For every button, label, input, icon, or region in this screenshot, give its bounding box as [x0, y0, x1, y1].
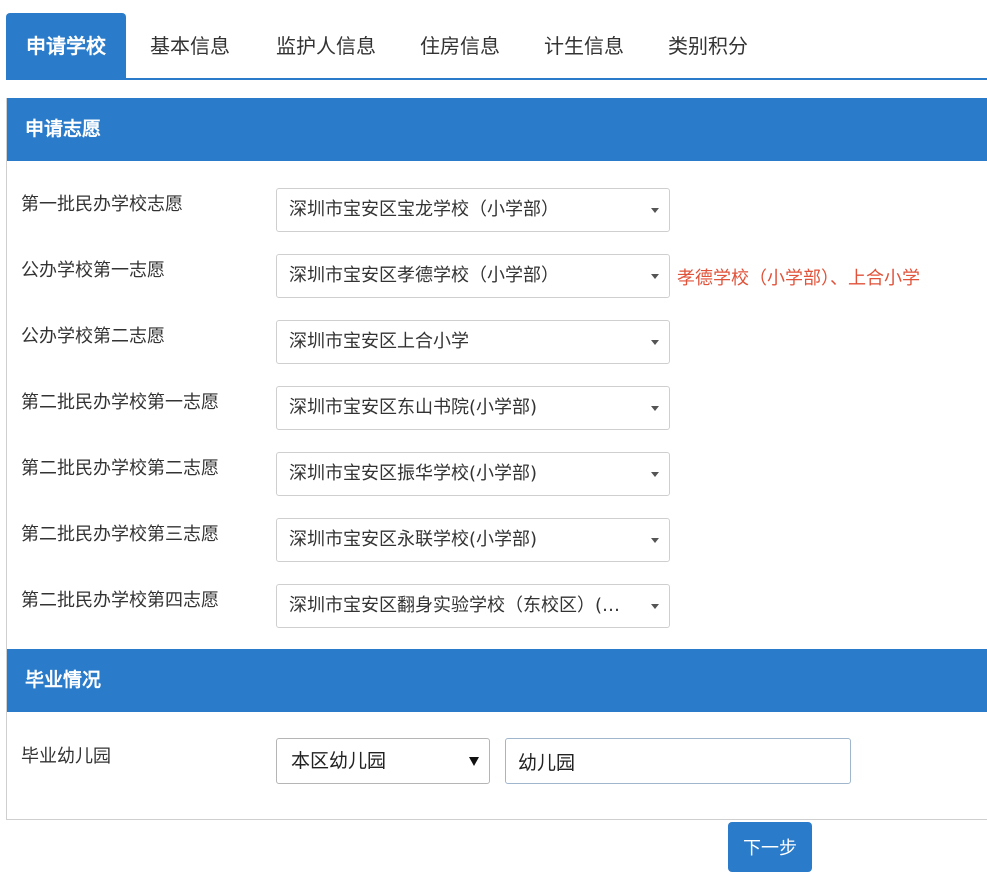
select-value: 深圳市宝安区上合小学 [289, 331, 469, 352]
select-value: 深圳市宝安区永联学校(小学部) [289, 529, 538, 550]
select-public-first-choice[interactable]: 深圳市宝安区孝德学校（小学部） [276, 254, 670, 298]
tab-apply-school[interactable]: 申请学校 [6, 13, 126, 79]
label-private-second-batch-2: 第二批民办学校第二志愿 [21, 458, 219, 479]
label-public-first-choice: 公办学校第一志愿 [21, 260, 165, 281]
select-private-second-batch-1[interactable]: 深圳市宝安区东山书院(小学部) [276, 386, 670, 430]
tab-housing-info[interactable]: 住房信息 [400, 14, 520, 78]
kindergarten-type-select[interactable]: 本区幼儿园 [276, 738, 490, 784]
tab-family-planning-info[interactable]: 计生信息 [524, 14, 644, 78]
label-kindergarten: 毕业幼儿园 [21, 746, 111, 767]
caret-down-icon [651, 538, 659, 543]
caret-down-icon [651, 604, 659, 609]
label-private-second-batch-3: 第二批民办学校第三志愿 [21, 524, 219, 545]
label-private-second-batch-1: 第二批民办学校第一志愿 [21, 392, 219, 413]
select-private-second-batch-3[interactable]: 深圳市宝安区永联学校(小学部) [276, 518, 670, 562]
caret-down-icon [651, 208, 659, 213]
select-value: 深圳市宝安区宝龙学校（小学部） [289, 199, 559, 220]
label-private-first-batch: 第一批民办学校志愿 [21, 194, 183, 215]
tab-category-points[interactable]: 类别积分 [648, 14, 768, 78]
caret-down-icon [651, 406, 659, 411]
label-public-second-choice: 公办学校第二志愿 [21, 326, 165, 347]
section-header-graduation: 毕业情况 [7, 649, 987, 712]
kindergarten-name-input[interactable] [505, 738, 851, 784]
select-value: 深圳市宝安区孝德学校（小学部） [289, 265, 559, 286]
caret-down-icon [651, 472, 659, 477]
select-public-second-choice[interactable]: 深圳市宝安区上合小学 [276, 320, 670, 364]
label-private-second-batch-4: 第二批民办学校第四志愿 [21, 590, 219, 611]
select-private-second-batch-2[interactable]: 深圳市宝安区振华学校(小学部) [276, 452, 670, 496]
section-header-preferences: 申请志愿 [7, 98, 987, 161]
select-value: 深圳市宝安区翻身实验学校（东校区）(小... [289, 595, 629, 616]
tab-guardian-info[interactable]: 监护人信息 [256, 14, 396, 78]
eligible-schools-hint: 孝德学校（小学部）、上合小学 [677, 268, 920, 289]
caret-down-icon [651, 274, 659, 279]
select-private-first-batch[interactable]: 深圳市宝安区宝龙学校（小学部） [276, 188, 670, 232]
select-value: 深圳市宝安区振华学校(小学部) [289, 463, 538, 484]
caret-down-icon [469, 757, 479, 766]
next-step-button[interactable]: 下一步 [728, 822, 812, 872]
select-private-second-batch-4[interactable]: 深圳市宝安区翻身实验学校（东校区）(小... [276, 584, 670, 628]
tab-underline [6, 78, 987, 80]
select-value: 深圳市宝安区东山书院(小学部) [289, 397, 538, 418]
tab-basic-info[interactable]: 基本信息 [130, 14, 250, 78]
caret-down-icon [651, 340, 659, 345]
tab-bar: 申请学校 基本信息 监护人信息 住房信息 计生信息 类别积分 [0, 0, 987, 80]
form-panel: 申请志愿 第一批民办学校志愿 深圳市宝安区宝龙学校（小学部） 公办学校第一志愿 … [6, 98, 987, 820]
